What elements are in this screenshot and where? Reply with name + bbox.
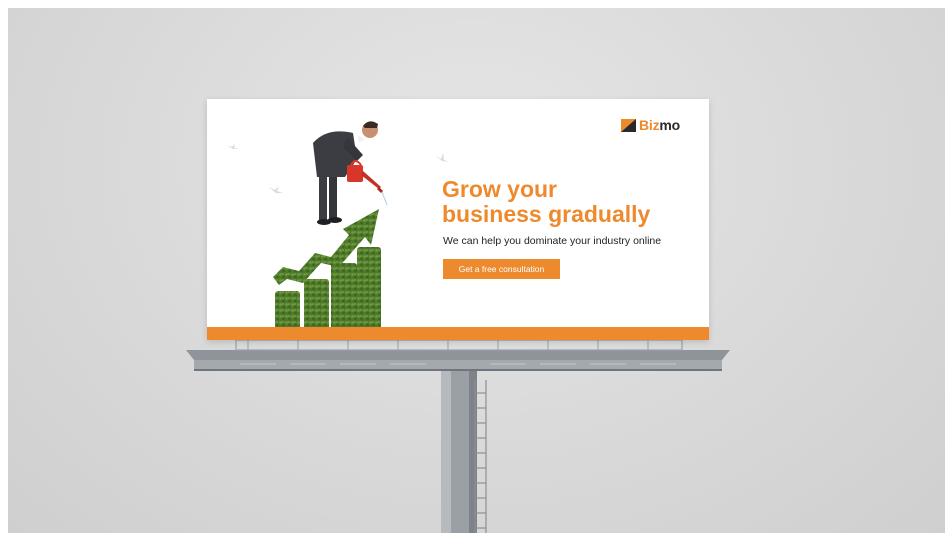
billboard-scene: Bizmo Grow your business gradually We ca…	[8, 8, 945, 533]
bird-icon	[435, 153, 449, 162]
billboard-panel: Bizmo Grow your business gradually We ca…	[207, 99, 709, 340]
headline-line-1: Grow your	[442, 176, 558, 202]
free-consultation-button[interactable]: Get a free consultation	[443, 259, 560, 279]
tagline: We can help you dominate your industry o…	[443, 235, 662, 247]
headline: Grow your business gradually	[442, 177, 702, 227]
hedge-bar-4	[357, 247, 381, 340]
brand-name-part2: mo	[659, 117, 681, 133]
bizmo-logo-icon	[621, 118, 636, 132]
headline-line-2: business gradually	[442, 201, 651, 227]
watering-can-icon	[347, 160, 383, 193]
businessman-figure	[313, 121, 378, 225]
catwalk	[186, 339, 730, 371]
water-stream	[381, 191, 388, 206]
bird-icon	[269, 186, 283, 193]
brand-name-part1: Biz	[639, 117, 660, 133]
brand-logo: Bizmo	[621, 117, 680, 133]
brand-name: Bizmo	[639, 117, 680, 133]
bird-icon	[227, 144, 239, 149]
